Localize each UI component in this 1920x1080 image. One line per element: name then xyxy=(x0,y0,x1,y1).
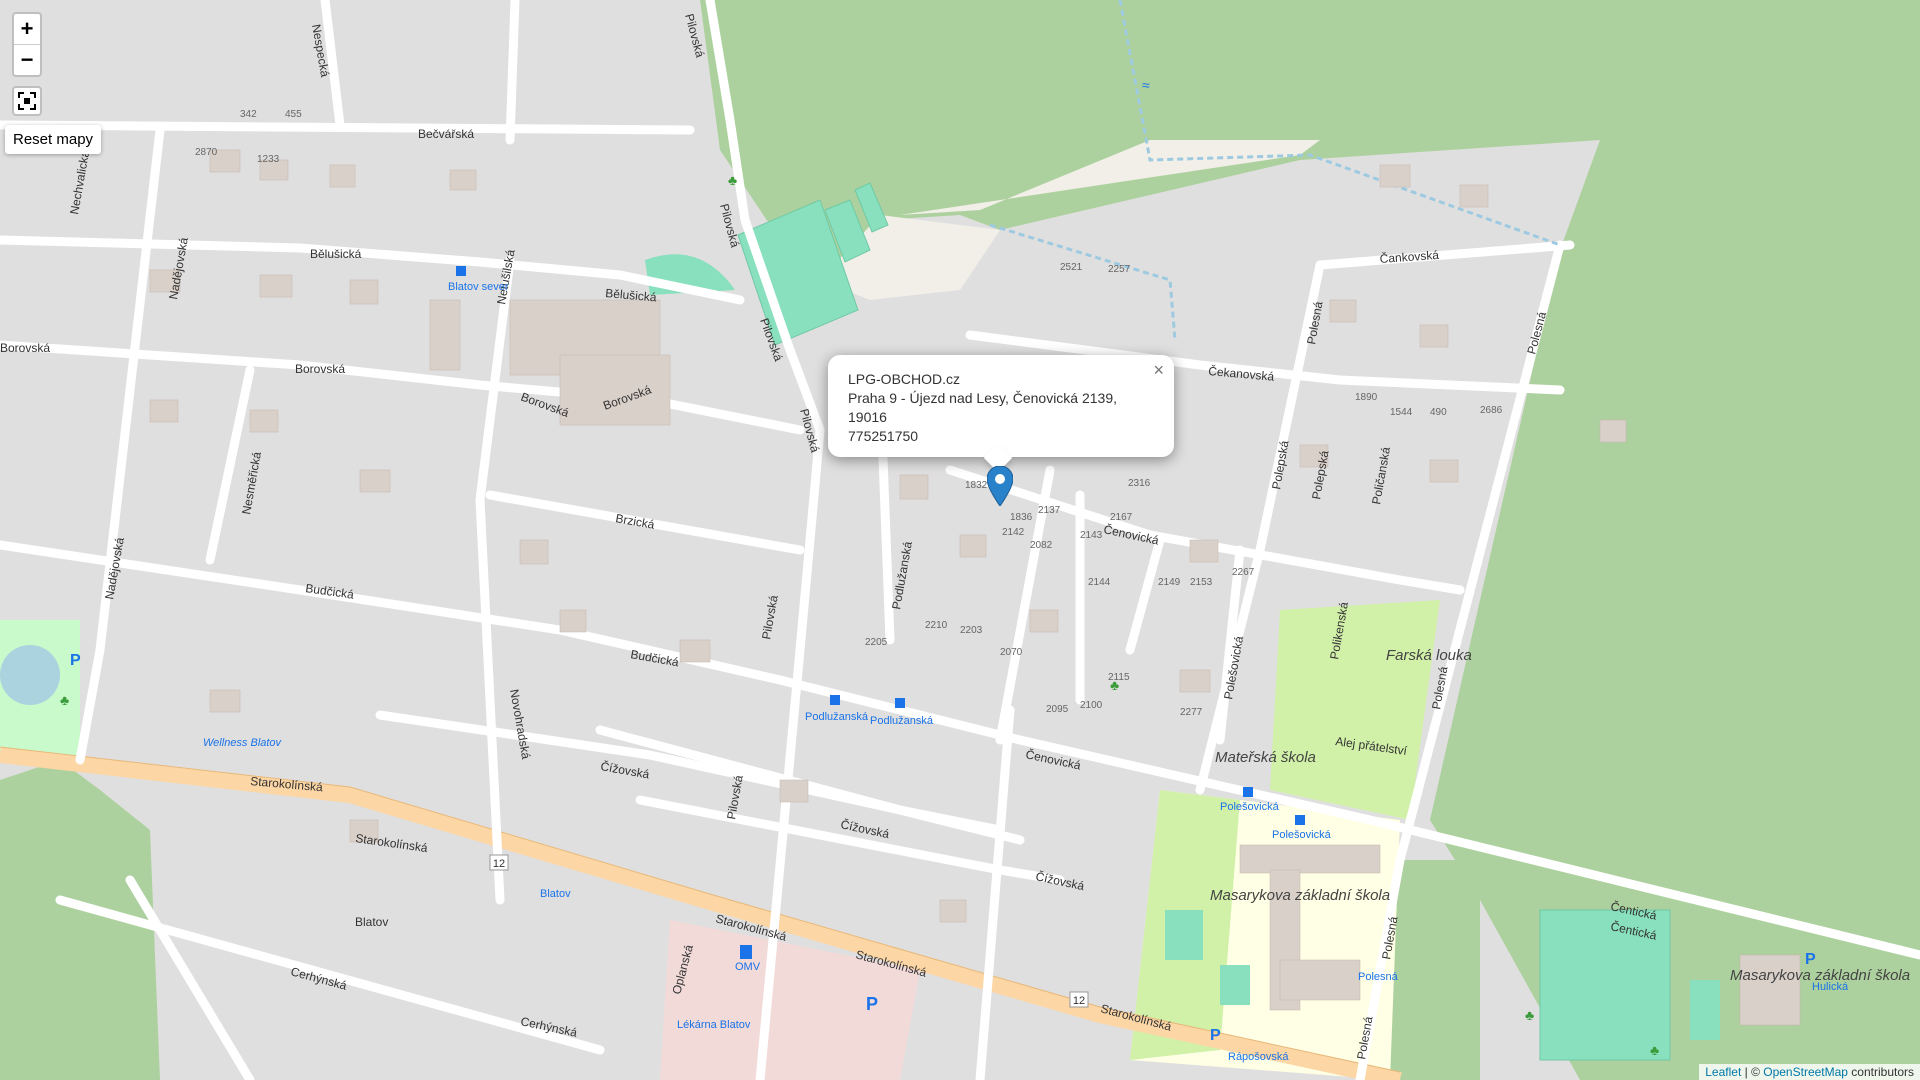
leaflet-link[interactable]: Leaflet xyxy=(1705,1065,1741,1079)
popup-address-line2: 19016 xyxy=(848,409,887,425)
attribution-separator: | © xyxy=(1741,1065,1764,1079)
popup-close-button[interactable]: × xyxy=(1153,361,1164,380)
svg-text:490: 490 xyxy=(1430,407,1447,418)
poi-label: Polešovická xyxy=(1272,829,1332,841)
svg-text:P: P xyxy=(70,652,81,669)
map-marker[interactable] xyxy=(986,465,1014,511)
fuel-station-icon xyxy=(740,945,752,959)
fullscreen-icon xyxy=(18,92,36,110)
zoom-in-button[interactable]: + xyxy=(14,14,40,44)
street-label: Bělušická xyxy=(310,247,362,261)
popup-address-line1: Praha 9 - Újezd nad Lesy, Čenovická 2139… xyxy=(848,390,1118,406)
svg-text:♣: ♣ xyxy=(728,172,737,188)
popup-title: LPG-OBCHOD.cz xyxy=(848,371,961,387)
svg-text:♣: ♣ xyxy=(1525,1007,1534,1023)
svg-text:455: 455 xyxy=(285,109,302,120)
svg-text:2521: 2521 xyxy=(1060,262,1083,273)
svg-text:♣: ♣ xyxy=(1110,677,1119,693)
route-shield: 12 xyxy=(493,858,505,870)
area-label: Mateřská škola xyxy=(1215,749,1316,766)
area-label: Farská louka xyxy=(1386,647,1472,664)
attribution-suffix: contributors xyxy=(1847,1065,1914,1079)
poi-label: Wellness Blatov xyxy=(203,737,283,749)
route-shield: 12 xyxy=(1073,995,1085,1007)
street-label: Borovská xyxy=(295,362,345,376)
svg-text:1233: 1233 xyxy=(257,154,280,165)
poi-label: Polešovická xyxy=(1220,801,1280,813)
svg-text:2082: 2082 xyxy=(1030,540,1053,551)
svg-text:2149: 2149 xyxy=(1158,577,1181,588)
zoom-out-button[interactable]: − xyxy=(14,44,40,75)
poi-label: Lékárna Blatov xyxy=(677,1019,751,1031)
svg-text:2316: 2316 xyxy=(1128,478,1151,489)
street-label: Bečvářská xyxy=(418,127,474,141)
svg-text:♣: ♣ xyxy=(1650,1042,1659,1058)
fit-bounds-button[interactable] xyxy=(12,86,42,116)
svg-text:2167: 2167 xyxy=(1110,512,1133,523)
svg-text:P: P xyxy=(1805,951,1816,968)
svg-text:2277: 2277 xyxy=(1180,707,1203,718)
svg-text:1544: 1544 xyxy=(1390,407,1413,418)
reset-map-button[interactable]: Reset mapy xyxy=(5,125,102,154)
svg-text:1836: 1836 xyxy=(1010,512,1033,523)
poi-label: Podlužanská xyxy=(805,711,869,723)
svg-text:2686: 2686 xyxy=(1480,405,1503,416)
map-pin-icon xyxy=(986,465,1014,507)
poi-label: Rápošovská xyxy=(1228,1051,1289,1063)
svg-text:2870: 2870 xyxy=(195,147,218,158)
svg-text:2205: 2205 xyxy=(865,637,888,648)
svg-text:1832: 1832 xyxy=(965,480,988,491)
zoom-control: + − xyxy=(12,12,42,77)
svg-text:2257: 2257 xyxy=(1108,264,1131,275)
svg-text:2144: 2144 xyxy=(1088,577,1111,588)
poi-label: Podlužanská xyxy=(870,715,934,727)
street-label: Borovská xyxy=(0,341,50,355)
svg-text:2143: 2143 xyxy=(1080,530,1103,541)
poi-label: Blatov sever xyxy=(448,281,509,293)
svg-text:2203: 2203 xyxy=(960,625,983,636)
svg-text:2137: 2137 xyxy=(1038,505,1061,516)
poi-label: Blatov xyxy=(540,888,571,900)
svg-text:2100: 2100 xyxy=(1080,700,1103,711)
svg-text:2095: 2095 xyxy=(1046,704,1069,715)
svg-text:♣: ♣ xyxy=(60,692,69,708)
popup-phone: 775251750 xyxy=(848,428,919,444)
svg-text:2070: 2070 xyxy=(1000,647,1023,658)
poi-label: Polesná xyxy=(1358,971,1399,983)
svg-text:P: P xyxy=(1210,1027,1221,1044)
svg-text:2267: 2267 xyxy=(1232,567,1255,578)
map-canvas[interactable]: 12 12 Bečvářská Bělušická Bělušická Boro… xyxy=(0,0,1920,1080)
svg-text:342: 342 xyxy=(240,109,257,120)
svg-text:2210: 2210 xyxy=(925,620,948,631)
area-label: Masarykova základní škola xyxy=(1730,967,1910,984)
svg-text:2142: 2142 xyxy=(1002,527,1025,538)
map-attribution: Leaflet | © OpenStreetMap contributors xyxy=(1699,1064,1920,1080)
area-label: Masarykova základní škola xyxy=(1210,887,1390,904)
poi-label: OMV xyxy=(735,961,761,973)
osm-link[interactable]: OpenStreetMap xyxy=(1763,1065,1848,1079)
svg-text:≈: ≈ xyxy=(1142,77,1150,93)
svg-text:P: P xyxy=(866,994,878,1014)
marker-popup: × LPG-OBCHOD.cz Praha 9 - Újezd nad Lesy… xyxy=(828,355,1174,473)
water-icon: ≈ xyxy=(1142,77,1150,93)
svg-text:1890: 1890 xyxy=(1355,392,1378,403)
area-label: Blatov xyxy=(355,915,388,929)
svg-text:2153: 2153 xyxy=(1190,577,1213,588)
